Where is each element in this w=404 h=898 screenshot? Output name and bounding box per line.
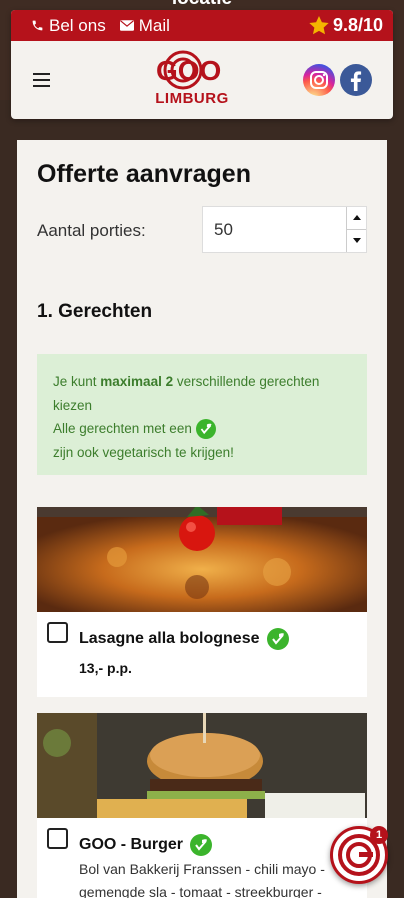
dish-checkbox[interactable]: [47, 828, 68, 849]
page-title: Offerte aanvragen: [37, 160, 251, 188]
vegetarian-icon: [195, 419, 216, 440]
stepper-up-icon[interactable]: [347, 207, 366, 230]
info-box: Je kunt maximaal 2 verschillende gerecht…: [37, 354, 367, 475]
goo-limburg-logo[interactable]: GOO LIMBURG: [150, 50, 234, 110]
portions-label: Aantal porties:: [37, 221, 146, 240]
vegetarian-icon: [266, 628, 289, 650]
mail-label: Mail: [138, 15, 170, 35]
mail-link[interactable]: Mail: [119, 15, 170, 36]
section-title-dishes: 1. Gerechten: [37, 301, 153, 322]
call-label: Bel ons: [49, 15, 106, 35]
rating-value: 9.8/10: [332, 15, 383, 35]
location-heading-cut: locatie: [0, 0, 404, 10]
call-link[interactable]: Bel ons: [31, 16, 106, 36]
star-icon: [309, 16, 329, 35]
dish-description: Bol van Bakkerij Franssen - chili mayo -…: [79, 861, 325, 898]
dish-card-burger[interactable]: GOO - Burger Bol van Bakkerij Franssen -…: [37, 713, 367, 898]
info-line-1: Je kunt maximaal 2 verschillende gerecht…: [53, 374, 320, 413]
lasagne-image: [37, 507, 367, 612]
quantity-stepper[interactable]: [346, 207, 366, 252]
notification-badge: 1: [370, 826, 388, 844]
facebook-icon[interactable]: [340, 64, 372, 96]
dish-price: 13,- p.p.: [79, 660, 132, 676]
menu-icon[interactable]: [33, 73, 50, 87]
dish-name: GOO - Burger: [79, 834, 213, 856]
logo-sub: LIMBURG: [155, 90, 229, 107]
instagram-icon[interactable]: [303, 64, 335, 96]
logo-mark: GOO: [156, 50, 221, 90]
quote-form: Offerte aanvragen Aantal porties: 50 1. …: [17, 140, 387, 898]
dish-name: Lasagne alla bolognese: [79, 628, 289, 650]
svg-text:GOO: GOO: [156, 55, 221, 86]
rating: 9.8/10: [309, 15, 383, 36]
dish-card-lasagne[interactable]: Lasagne alla bolognese 13,- p.p.: [37, 507, 367, 697]
portions-input[interactable]: 50: [202, 206, 367, 253]
phone-icon: [32, 20, 43, 31]
portions-value: 50: [214, 219, 233, 239]
nav-row: GOO LIMBURG: [11, 41, 393, 119]
stepper-down-icon[interactable]: [347, 230, 366, 253]
info-line-3: zijn ook vegetarisch te krijgen!: [53, 444, 234, 460]
dish-checkbox[interactable]: [47, 622, 68, 643]
vegetarian-icon: [190, 834, 213, 856]
mail-icon: [119, 20, 134, 31]
contact-bar: Bel ons Mail 9.8/10: [11, 10, 393, 41]
site-header: Bel ons Mail 9.8/10 GOO LIMBURG: [11, 10, 393, 119]
info-line-2: Alle gerechten met een: [53, 417, 351, 441]
burger-image: [37, 713, 367, 818]
